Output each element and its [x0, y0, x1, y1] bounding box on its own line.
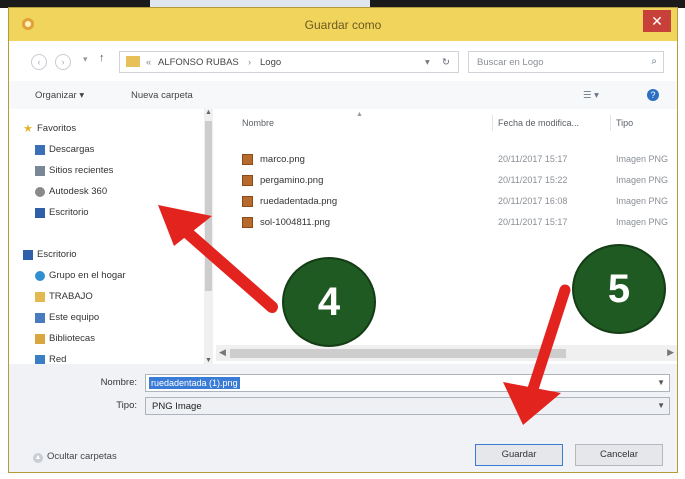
step-4-badge: 4 — [284, 259, 374, 345]
step-5-badge: 5 — [574, 246, 664, 332]
arrow-step-4 — [158, 205, 278, 313]
arrow-step-5 — [503, 284, 571, 425]
annotation-arrows — [158, 205, 571, 425]
